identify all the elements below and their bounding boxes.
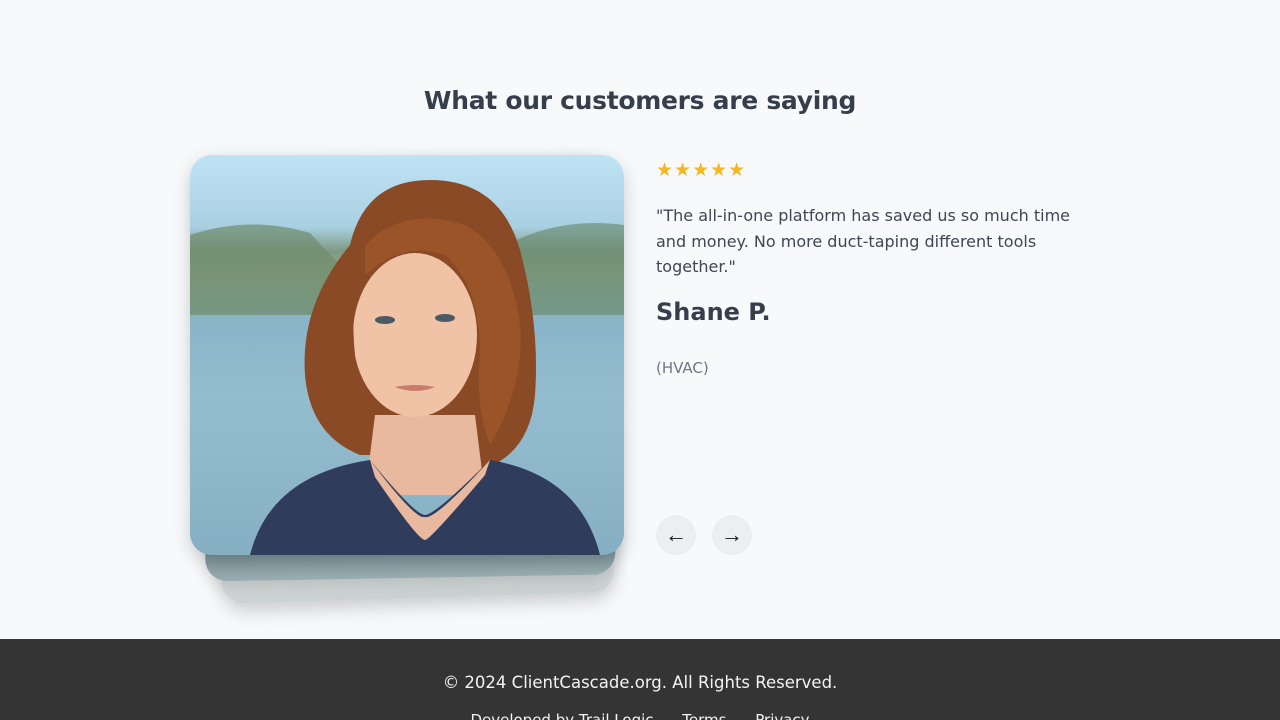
customer-photo [190,155,624,555]
footer-link-developer[interactable]: Developed by Trail Logic [470,711,653,720]
footer-link-privacy[interactable]: Privacy [755,711,809,720]
customer-role: (HVAC) [656,359,709,377]
copyright-text: © 2024 ClientCascade.org. All Rights Res… [442,673,838,692]
testimonial-photo-stack [190,150,630,610]
site-footer: © 2024 ClientCascade.org. All Rights Res… [0,639,1280,720]
customer-name: Shane P. [656,298,771,326]
arrow-left-icon: ← [665,522,687,547]
previous-testimonial-button[interactable]: ← [656,515,696,555]
testimonial-quote: "The all-in-one platform has saved us so… [656,206,1070,276]
rating-stars: ★★★★★ [656,159,747,181]
next-testimonial-button[interactable]: → [712,515,752,555]
section-heading: What our customers are saying [423,86,857,115]
arrow-right-icon: → [721,522,743,547]
footer-links: Developed by Trail Logic Terms Privacy [0,711,1280,720]
customer-portrait-icon [190,180,624,555]
footer-link-terms[interactable]: Terms [682,711,726,720]
